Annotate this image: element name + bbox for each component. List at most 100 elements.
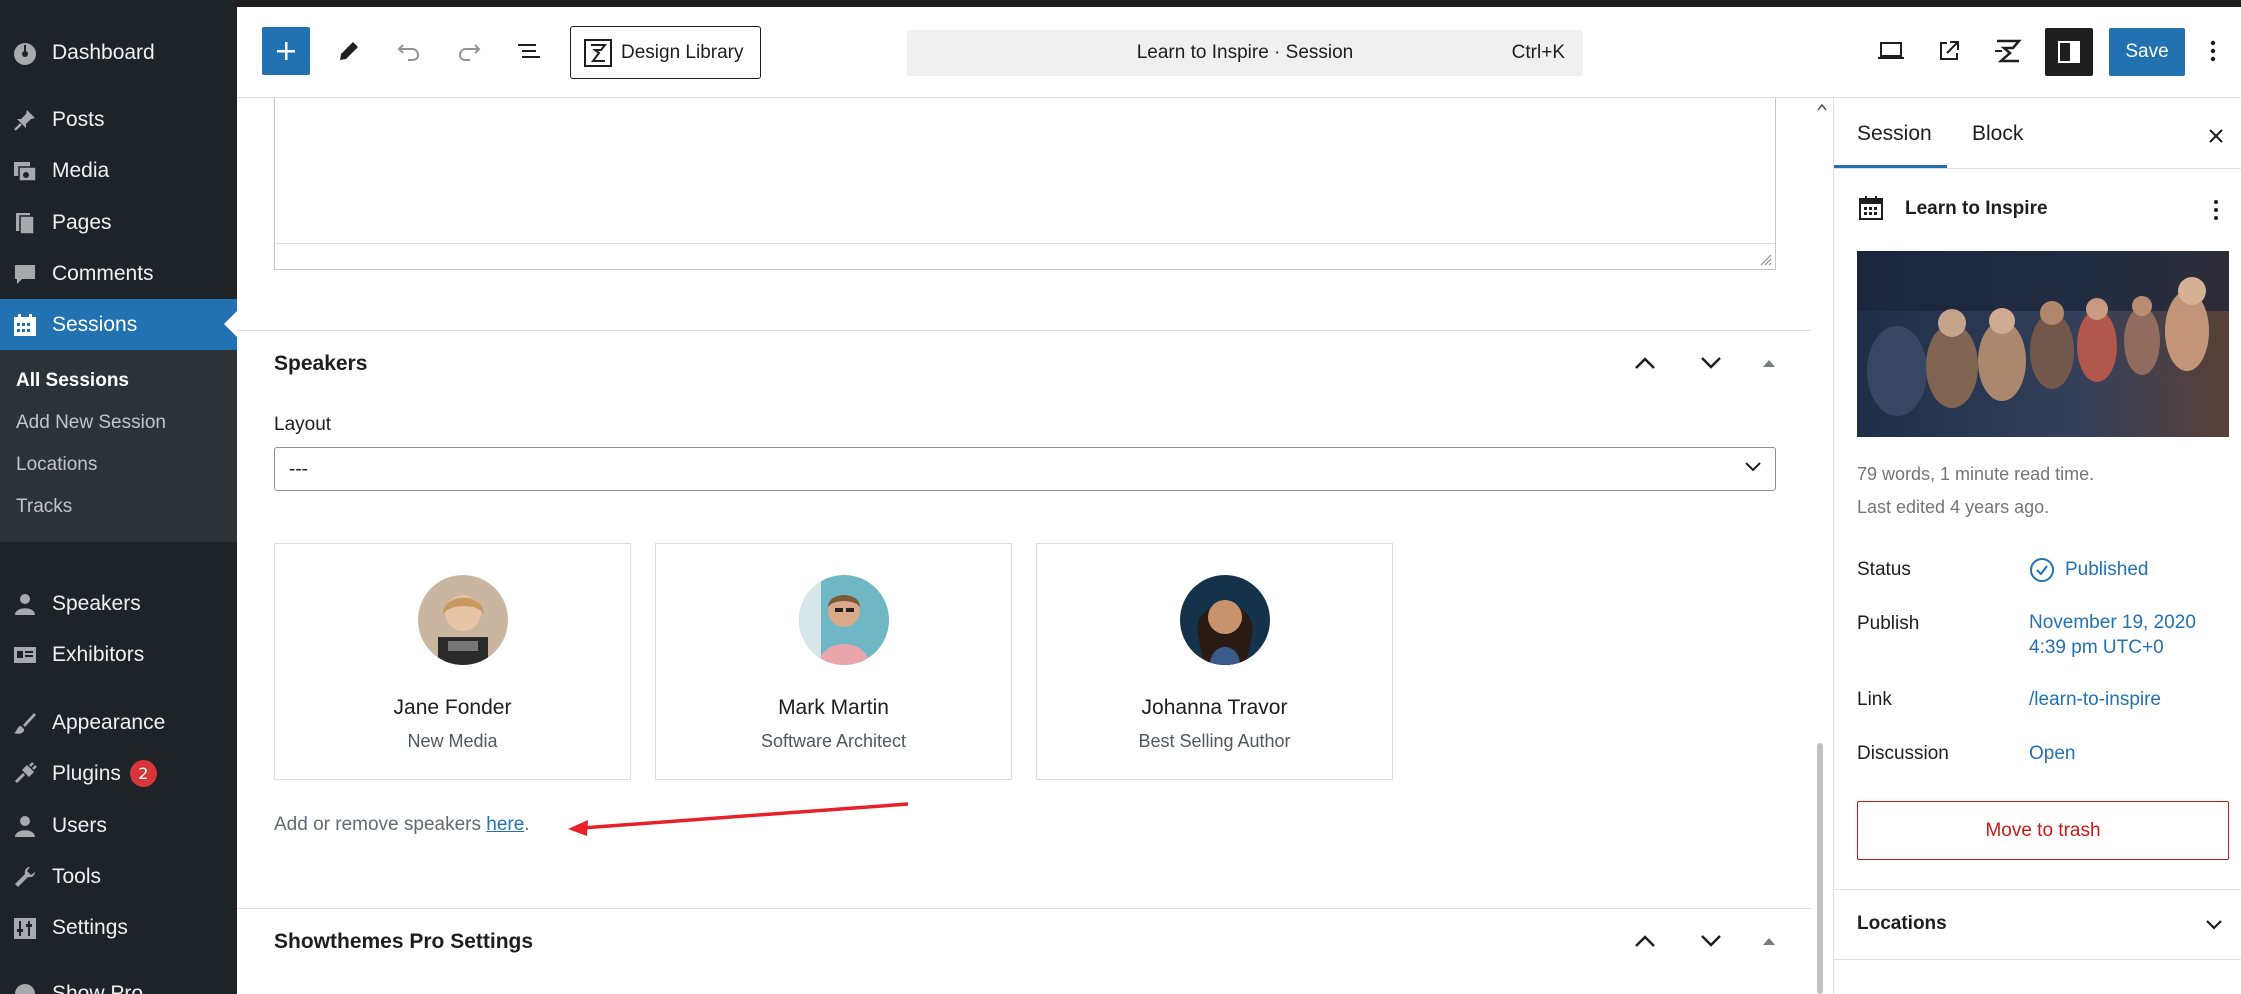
menu-item-plugins[interactable]: Plugins 2: [0, 748, 237, 799]
post-title: Learn to Inspire: [1905, 198, 2048, 219]
menu-item-dashboard[interactable]: Dashboard: [0, 27, 237, 78]
collapse-section-button[interactable]: [1753, 925, 1785, 957]
sliders-icon: [10, 913, 40, 943]
pin-icon: [10, 105, 40, 135]
speakers-here-link[interactable]: here: [486, 814, 524, 835]
stackable-settings-button[interactable]: [1986, 29, 2030, 73]
speaker-avatar: [418, 575, 508, 665]
scroll-up-icon[interactable]: [1816, 102, 1828, 112]
undo-button[interactable]: [387, 29, 431, 73]
design-library-button[interactable]: Design Library: [570, 26, 761, 79]
chevron-down-icon: [2206, 920, 2222, 930]
move-down-button[interactable]: [1695, 925, 1727, 957]
settings-sidebar-toggle[interactable]: [2045, 28, 2093, 76]
publish-date-button[interactable]: November 19, 2020 4:39 pm UTC+0: [2029, 610, 2196, 660]
layout-select-value: ---: [289, 459, 308, 480]
menu-label: Appearance: [52, 710, 166, 734]
permalink-button[interactable]: /learn-to-inspire: [2029, 687, 2161, 712]
discussion-label: Discussion: [1857, 743, 1949, 764]
menu-item-posts[interactable]: Posts: [0, 94, 237, 145]
discussion-button[interactable]: Open: [2029, 741, 2075, 766]
locations-panel-toggle[interactable]: Locations: [1857, 913, 1947, 935]
menu-item-show-pro[interactable]: Show Pro: [0, 968, 237, 994]
speaker-card[interactable]: Jane Fonder New Media: [274, 543, 631, 780]
move-down-button[interactable]: [1695, 347, 1727, 379]
layout-select[interactable]: ---: [274, 447, 1776, 491]
editor-scrollbar[interactable]: [1813, 98, 1831, 994]
publish-time: 4:39 pm UTC+0: [2029, 637, 2164, 658]
options-button[interactable]: [2195, 29, 2231, 73]
resize-grip-icon[interactable]: [1758, 252, 1772, 266]
save-button[interactable]: Save: [2109, 28, 2185, 76]
triangle-up-icon: [1763, 360, 1775, 367]
keyboard-shortcut: Ctrl+K: [1511, 42, 1565, 63]
submenu-locations[interactable]: Locations: [16, 454, 97, 476]
block-inserter-button[interactable]: [262, 27, 310, 75]
status-value: Published: [2065, 559, 2149, 580]
update-count-badge: 2: [129, 760, 157, 787]
red-arrow-annotation: [568, 802, 909, 836]
move-to-trash-button[interactable]: Move to trash: [1857, 801, 2229, 860]
menu-item-exhibitors[interactable]: Exhibitors: [0, 629, 237, 680]
submenu-all-sessions[interactable]: All Sessions: [16, 370, 129, 392]
collapse-section-button[interactable]: [1753, 347, 1785, 379]
menu-label: Tools: [52, 864, 102, 888]
document-overview-button[interactable]: [507, 29, 551, 73]
link-label: Link: [1857, 689, 1892, 710]
close-sidebar-button[interactable]: [2200, 120, 2232, 152]
move-up-button[interactable]: [1629, 347, 1661, 379]
sidebar-icon: [2058, 41, 2080, 63]
layout-label: Layout: [274, 414, 332, 435]
more-vertical-icon: [2210, 40, 2216, 62]
menu-item-pages[interactable]: Pages: [0, 197, 237, 248]
chevron-up-icon: [1635, 935, 1655, 947]
more-vertical-icon: [2214, 200, 2218, 220]
section-divider: [237, 330, 1811, 331]
dashboard-icon: [10, 38, 40, 68]
speakers-section-title: Speakers: [274, 352, 368, 375]
view-post-button[interactable]: [1927, 29, 1971, 73]
menu-item-media[interactable]: Media: [0, 145, 237, 196]
submenu-add-new-session[interactable]: Add New Session: [16, 412, 166, 434]
triangle-up-icon: [1763, 938, 1775, 945]
top-strip: [237, 0, 2241, 7]
id-card-icon: [10, 640, 40, 670]
menu-item-appearance[interactable]: Appearance: [0, 697, 237, 748]
tools-button[interactable]: [327, 29, 371, 73]
brush-icon: [10, 708, 40, 738]
redo-button[interactable]: [447, 29, 491, 73]
move-up-button[interactable]: [1629, 925, 1661, 957]
status-button[interactable]: Published: [2029, 557, 2148, 583]
plug-icon: [10, 759, 40, 789]
media-icon: [10, 156, 40, 186]
speaker-card[interactable]: Mark Martin Software Architect: [655, 543, 1012, 780]
editor-toolbar: Design Library Learn to Inspire · Sessio…: [237, 7, 2241, 98]
chevron-down-icon: [1701, 935, 1721, 947]
comment-icon: [10, 259, 40, 289]
document-title: Learn to Inspire · Session: [1136, 42, 1354, 63]
submenu-tracks[interactable]: Tracks: [16, 496, 72, 518]
post-actions-button[interactable]: [2204, 196, 2228, 224]
menu-item-sessions[interactable]: Sessions: [0, 299, 237, 350]
chevron-down-icon: [1745, 462, 1761, 472]
menu-label: Settings: [52, 915, 128, 939]
speaker-name: Jane Fonder: [393, 696, 512, 719]
speaker-card[interactable]: Johanna Travor Best Selling Author: [1036, 543, 1393, 780]
tab-block[interactable]: Block: [1972, 122, 2023, 146]
menu-item-tools[interactable]: Tools: [0, 851, 237, 902]
scrollbar-thumb[interactable]: [1817, 743, 1823, 994]
menu-item-users[interactable]: Users: [0, 800, 237, 851]
content-textarea[interactable]: [274, 98, 1776, 270]
publish-label: Publish: [1857, 613, 1920, 634]
featured-image[interactable]: [1857, 251, 2229, 437]
menu-item-comments[interactable]: Comments: [0, 248, 237, 299]
word-count: 79 words, 1 minute read time.: [1857, 464, 2095, 484]
chevron-down-icon: [1701, 357, 1721, 369]
command-palette-button[interactable]: Learn to Inspire · Session Ctrl+K: [907, 30, 1583, 76]
menu-item-settings[interactable]: Settings: [0, 902, 237, 953]
tab-session[interactable]: Session: [1857, 122, 1932, 146]
panel-divider: [1834, 889, 2241, 890]
help-text-end: .: [524, 814, 530, 835]
preview-button[interactable]: [1869, 29, 1913, 73]
menu-item-speakers[interactable]: Speakers: [0, 578, 237, 629]
